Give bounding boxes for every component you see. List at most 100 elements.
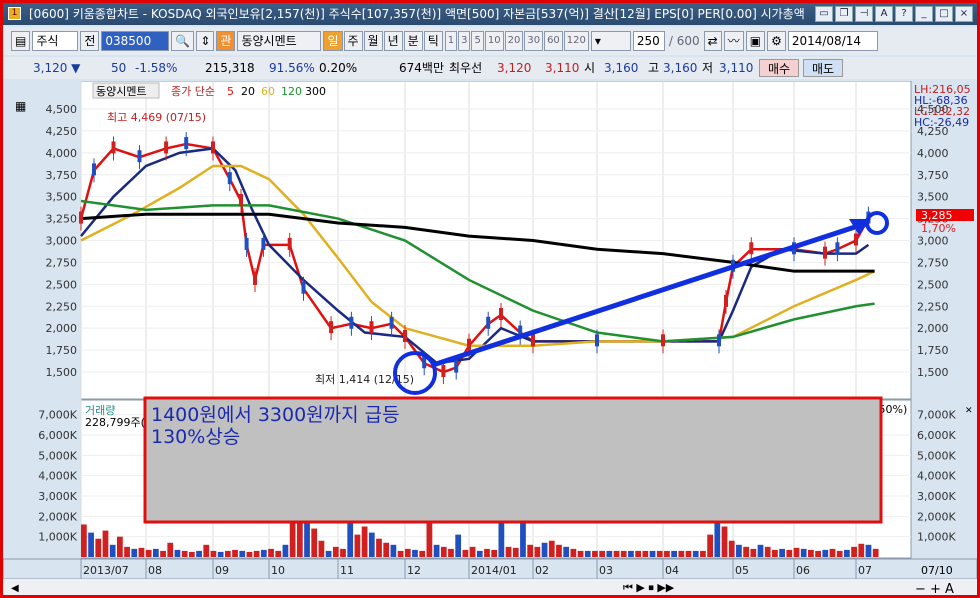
legend-ma: 120 [281,85,302,98]
volume-bar [815,550,821,557]
volume-bar [116,536,123,557]
interval-tabs: 1 3 5 10 20 30 60 120 [444,31,589,51]
stat-hc: HC:-26,49 [914,116,969,129]
buy-button[interactable]: 매수 [759,59,800,77]
interval-tab[interactable]: 1 [444,31,458,51]
volume-bar [160,550,166,557]
count-input[interactable]: 250 [632,31,665,51]
interval-tab[interactable]: 10 [484,31,504,51]
volume-bar [700,550,706,557]
volume-bar [570,548,577,557]
save-icon[interactable]: ▣ [745,31,766,51]
y-tick-left: 1,750 [46,344,78,357]
volume-bar [232,549,238,557]
candle [835,242,840,255]
stepper-button[interactable]: ⇕ [196,31,215,51]
window-button[interactable]: ? [895,6,913,22]
stock-name[interactable]: 동양시멘트 [237,31,322,51]
window-button[interactable]: ❐ [835,6,853,22]
volume-tick-left: 2,000K [38,510,77,523]
volume-bar [361,526,368,557]
playback-controls[interactable]: ⏮ ▶ ⏹ ▶▶ [623,581,675,594]
volume-value: 228,799주( [85,416,145,429]
date-tick: 07 [858,564,872,577]
period-tab[interactable]: 틱 [423,31,443,51]
period-tab[interactable]: 월 [363,31,383,51]
candle [261,237,266,250]
volume-bar [196,550,202,557]
volume-bar [340,548,346,557]
zoom-controls[interactable]: − + A [915,582,954,595]
interval-tab[interactable]: 20 [504,31,524,51]
candle [467,338,471,351]
volume-bar [743,546,749,557]
volume-bar [786,549,793,557]
period-tab[interactable]: 주 [343,31,363,51]
volume-bar [836,550,843,557]
y-tick-right: 4,000 [917,147,949,160]
date-tick: 03 [599,564,613,577]
candle [661,334,665,347]
volume-bar [311,528,318,557]
pane-close-icon[interactable]: ✕ [965,406,973,416]
search-icon[interactable]: 🔍 [171,31,195,51]
window-button[interactable]: _ [915,6,933,22]
candle [499,308,503,321]
date-input[interactable]: 2014/08/14 [787,31,878,51]
volume-bar [138,547,145,557]
volume-bar [88,532,94,557]
market-select[interactable]: 주식 [32,31,79,51]
legend-ma: 60 [261,85,275,98]
volume-tick-right: 2,000K [917,510,956,523]
interval-tab[interactable]: 60 [544,31,563,51]
compare-icon[interactable]: ⇄ [703,31,722,51]
current-price: 3,285 [921,209,953,222]
scroll-left-button[interactable]: ◀ [11,583,19,594]
volume-bar [829,548,836,557]
interval-dropdown[interactable]: ▾ [590,31,631,51]
window-button[interactable]: × [955,6,973,22]
y-tick-right: 3,000 [917,235,949,248]
candle [717,334,721,347]
window-button[interactable]: ▭ [815,6,833,22]
price-chart[interactable]: ▦ 2013/07 08 09 10 11 12 2014/01 02 03 04 05 06 07 07/… [3,81,977,595]
chart-window: 1 [0600] 키움종합차트 - KOSDAQ 외국인보유[2,157(천)]… [0,0,980,598]
sell-button[interactable]: 매도 [803,59,844,77]
volume-tick-right: 7,000K [917,409,956,422]
open: 3,160 [604,61,639,75]
period-tab[interactable]: 분 [403,31,423,51]
low: 3,110 [719,61,754,75]
interval-tab[interactable]: 3 [458,31,471,51]
window-button[interactable]: ⊣ [855,6,873,22]
volume-bar [505,546,512,557]
volume-bar [318,540,325,557]
volume-bar [851,546,857,557]
favorite-button[interactable]: 관 [216,31,236,51]
volume-tick-left: 6,000K [38,429,77,442]
period-tab[interactable]: 일 [323,31,343,51]
indicator-icon[interactable]: 〰 [723,31,744,51]
volume-bar [779,548,785,557]
y-tick-left: 3,000 [46,235,78,248]
window-button[interactable]: □ [935,6,953,22]
volume-bar [217,551,224,557]
interval-tab[interactable]: 5 [471,31,484,51]
volume-bar [325,550,332,557]
stock-code-input[interactable]: 038500 [101,31,170,51]
scrollbar[interactable] [3,579,977,595]
interval-tab[interactable]: 120 [563,31,589,51]
candle [749,242,754,255]
candle [244,237,249,250]
volume-bar [383,542,390,557]
menu-icon[interactable]: ▤ [11,31,31,51]
candle [79,211,83,224]
volume-bar [390,544,397,557]
window-button[interactable]: A [875,6,893,22]
gear-icon[interactable]: ⚙ [767,31,786,51]
y-tick-left: 2,250 [46,300,78,313]
period-tab[interactable]: 년 [383,31,403,51]
grid-icon[interactable]: ▦ [15,99,26,113]
volume-bar [203,544,210,557]
prev-button[interactable]: 전 [80,31,100,51]
interval-tab[interactable]: 30 [524,31,544,51]
